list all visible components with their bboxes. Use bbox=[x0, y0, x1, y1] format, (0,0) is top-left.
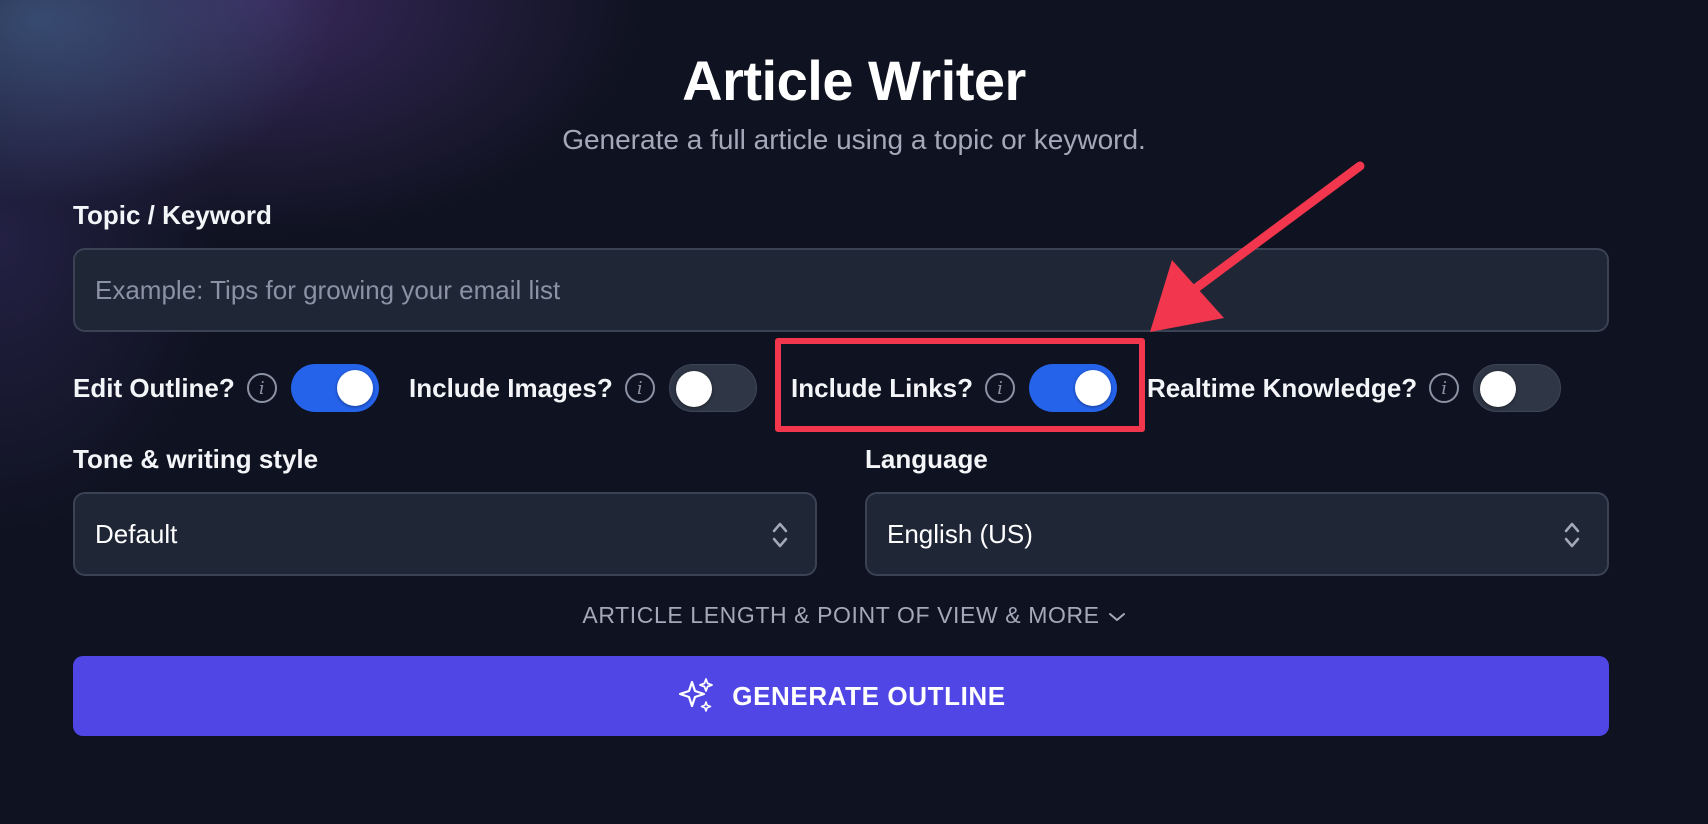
realtime-knowledge-label: Realtime Knowledge? bbox=[1147, 372, 1418, 403]
include-images-switch[interactable] bbox=[668, 364, 757, 412]
topic-label: Topic / Keyword bbox=[73, 200, 272, 230]
language-label: Language bbox=[865, 444, 988, 474]
sparkles-icon bbox=[679, 678, 714, 712]
switch-knob bbox=[675, 371, 712, 407]
annotation-highlight-box bbox=[775, 338, 1145, 432]
language-value: English (US) bbox=[887, 518, 1033, 549]
edit-outline-label: Edit Outline? bbox=[73, 372, 235, 403]
info-icon[interactable]: i bbox=[1429, 373, 1460, 403]
topic-input[interactable] bbox=[73, 248, 1609, 332]
page-title: Article Writer bbox=[682, 49, 1026, 112]
edit-outline-switch[interactable] bbox=[290, 364, 379, 412]
toggle-edit-outline: Edit Outline? i bbox=[73, 364, 379, 412]
info-icon[interactable]: i bbox=[624, 373, 655, 403]
more-options-toggle[interactable]: ARTICLE LENGTH & POINT OF VIEW & MORE bbox=[0, 602, 1708, 629]
include-images-label: Include Images? bbox=[409, 372, 613, 403]
chevron-up-down-icon bbox=[772, 522, 788, 548]
switch-knob bbox=[336, 370, 373, 406]
realtime-knowledge-switch[interactable] bbox=[1473, 364, 1562, 412]
generate-outline-label: GENERATE OUTLINE bbox=[732, 680, 1006, 711]
generate-outline-button[interactable]: GENERATE OUTLINE bbox=[73, 656, 1609, 736]
tone-value: Default bbox=[95, 518, 178, 549]
tone-select[interactable]: Default bbox=[73, 492, 817, 576]
more-options-label: ARTICLE LENGTH & POINT OF VIEW & MORE bbox=[582, 602, 1100, 628]
page-subtitle: Generate a full article using a topic or… bbox=[562, 124, 1146, 155]
annotation-arrow-icon bbox=[1150, 161, 1365, 332]
toggle-realtime-knowledge: Realtime Knowledge? i bbox=[1147, 364, 1562, 412]
chevron-down-icon bbox=[1108, 612, 1125, 621]
info-icon[interactable]: i bbox=[246, 373, 277, 403]
toggle-include-images: Include Images? i bbox=[409, 364, 757, 412]
language-select[interactable]: English (US) bbox=[865, 492, 1609, 576]
chevron-up-down-icon bbox=[1564, 522, 1580, 548]
tone-label: Tone & writing style bbox=[73, 444, 319, 474]
switch-knob bbox=[1480, 371, 1517, 407]
